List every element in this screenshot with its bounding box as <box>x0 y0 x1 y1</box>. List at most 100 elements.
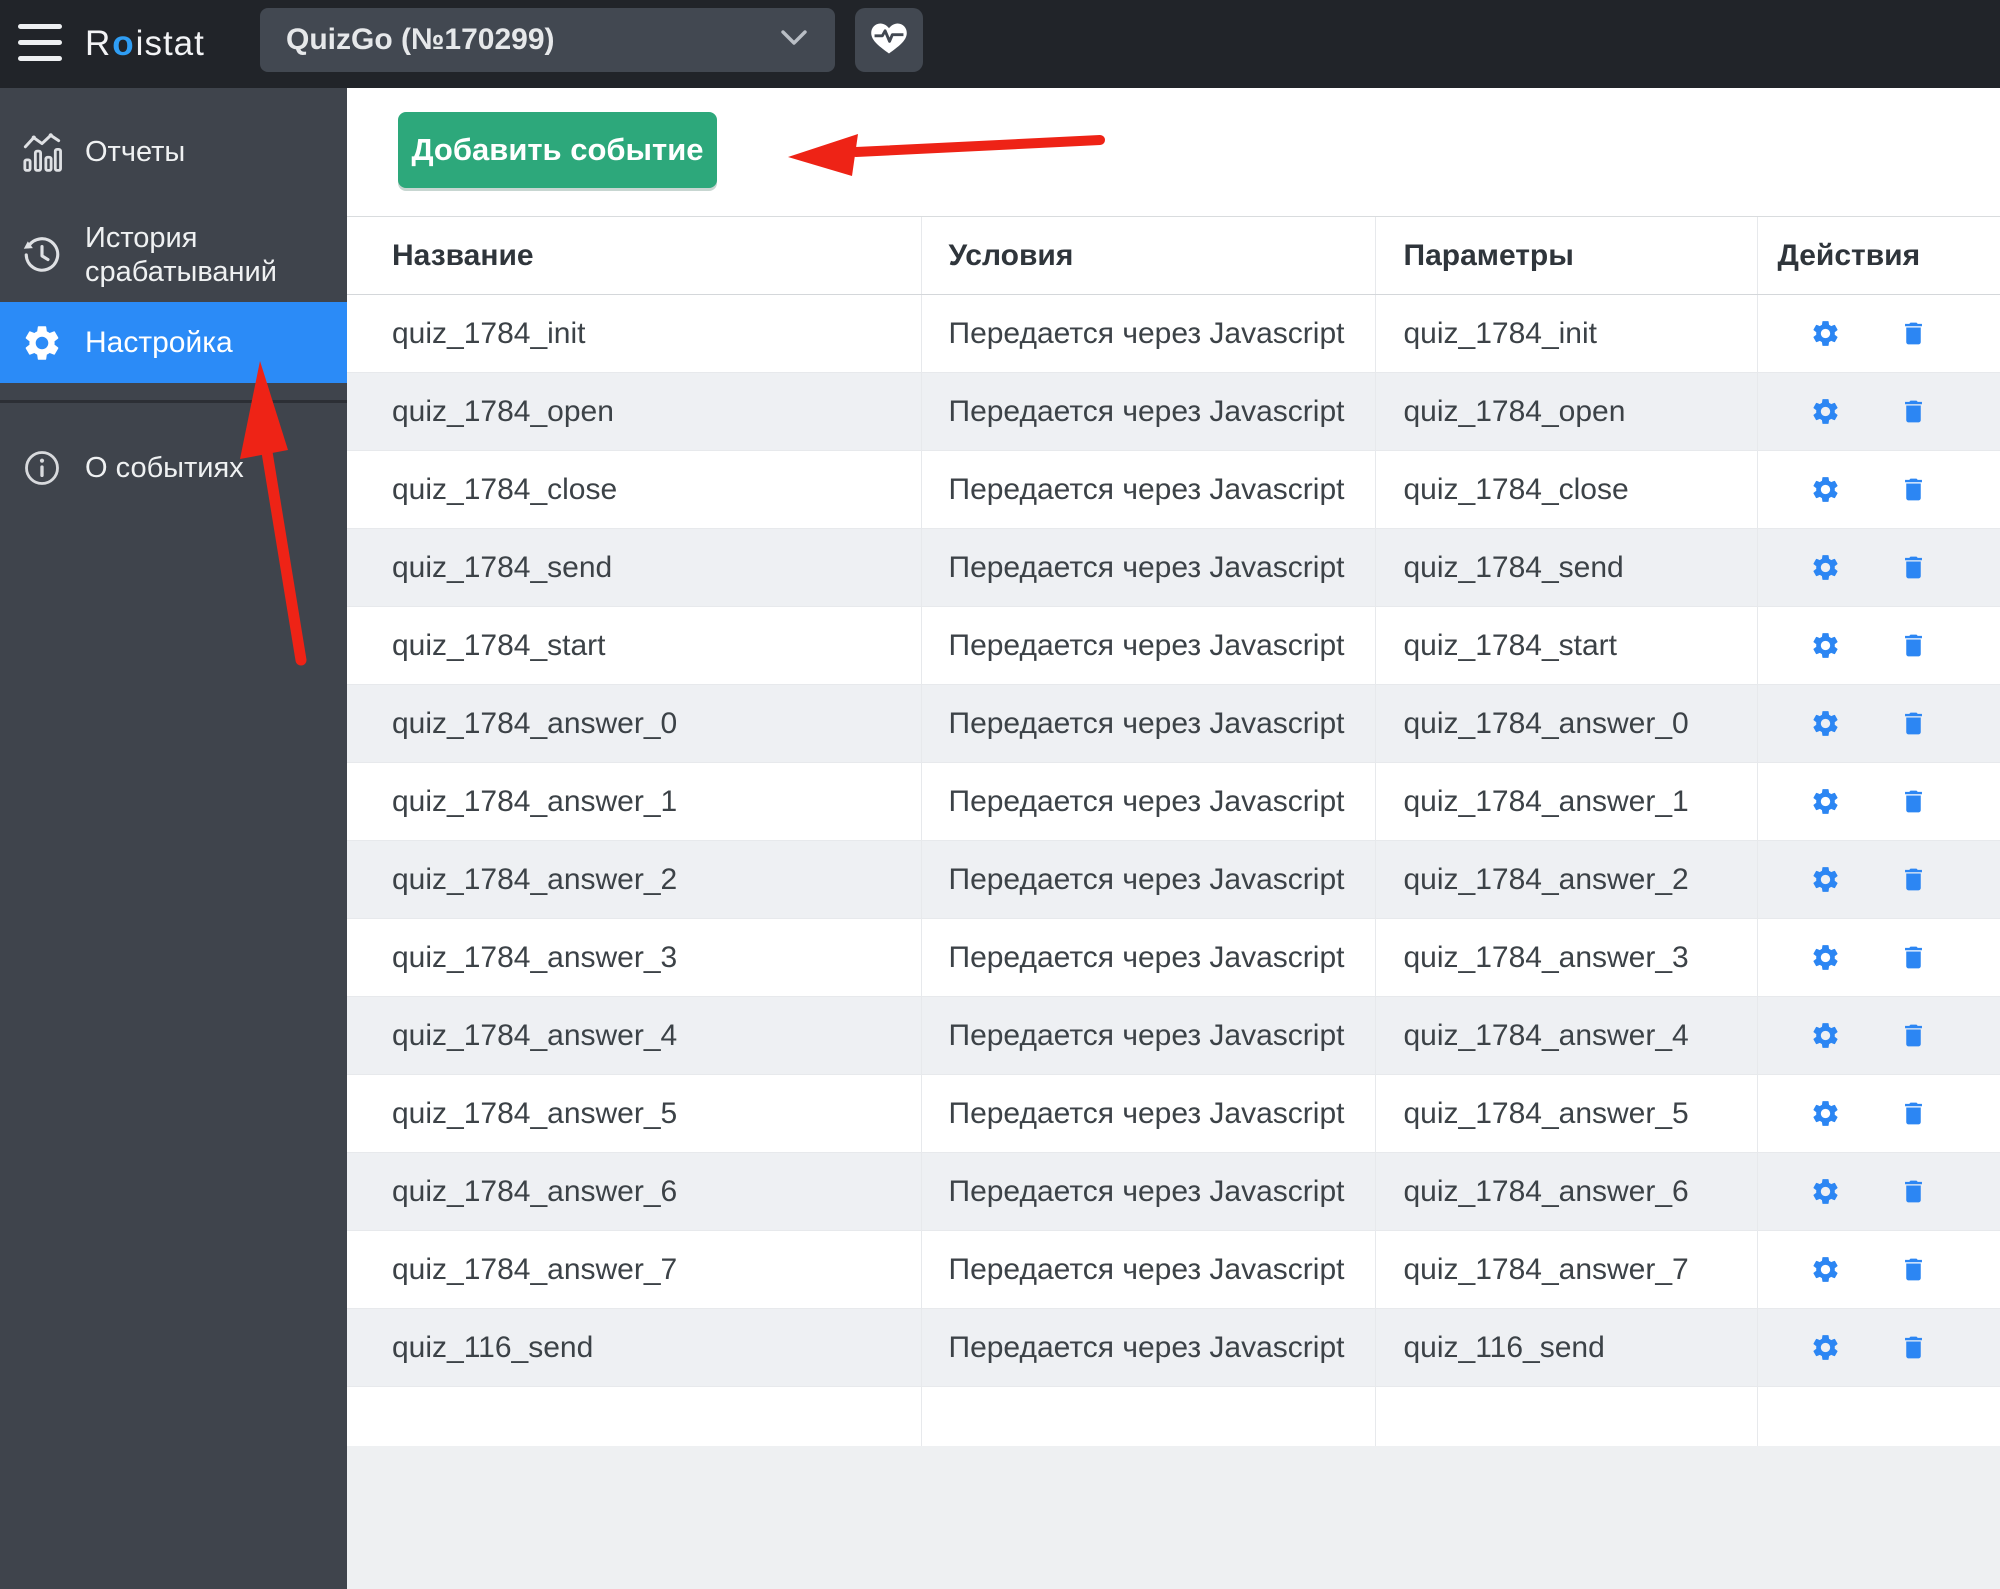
event-params-cell: quiz_1784_open <box>1374 372 1757 451</box>
event-actions-cell <box>1756 996 2000 1075</box>
event-name-cell: quiz_1784_open <box>347 372 921 451</box>
hamburger-menu-icon[interactable] <box>18 24 62 62</box>
row-delete-trash-icon[interactable] <box>1899 1254 1928 1285</box>
history-clock-icon <box>21 233 63 277</box>
roistat-events-settings-page: Ro istat QuizGo (№170299) Отчеты История… <box>0 0 2000 1589</box>
row-delete-trash-icon[interactable] <box>1899 396 1928 427</box>
chevron-down-icon <box>781 29 807 51</box>
row-settings-gear-icon[interactable] <box>1810 474 1841 505</box>
row-delete-trash-icon[interactable] <box>1899 708 1928 739</box>
row-delete-trash-icon[interactable] <box>1899 552 1928 583</box>
sidebar-nav: Отчеты История срабатываний Настройка О … <box>0 88 347 1589</box>
event-params-cell: quiz_116_send <box>1374 1308 1757 1387</box>
event-actions-cell <box>1756 1074 2000 1153</box>
event-actions-cell <box>1756 1152 2000 1231</box>
event-name-cell: quiz_1784_answer_5 <box>347 1074 921 1153</box>
row-delete-trash-icon[interactable] <box>1899 318 1928 349</box>
row-delete-trash-icon[interactable] <box>1899 1020 1928 1051</box>
event-table-row: quiz_116_send Передается через Javascrip… <box>347 1308 2000 1387</box>
roistat-logo: Ro istat <box>85 24 205 63</box>
event-table-row: quiz_1784_send Передается через Javascri… <box>347 528 2000 607</box>
project-selector-value: QuizGo (№170299) <box>286 23 555 56</box>
row-settings-gear-icon[interactable] <box>1810 942 1841 973</box>
sidebar-item-label: Настройка <box>85 325 233 359</box>
event-actions-cell <box>1756 1230 2000 1309</box>
row-delete-trash-icon[interactable] <box>1899 1176 1928 1207</box>
event-table-row: quiz_1784_answer_7 Передается через Java… <box>347 1230 2000 1309</box>
event-table-row: quiz_1784_answer_2 Передается через Java… <box>347 840 2000 919</box>
sidebar-item-reports[interactable]: Отчеты <box>0 110 347 194</box>
event-actions-cell <box>1756 372 2000 451</box>
column-header-parameters: Параметры <box>1374 216 1757 295</box>
row-settings-gear-icon[interactable] <box>1810 1020 1841 1051</box>
top-bar: Ro istat QuizGo (№170299) <box>0 0 2000 88</box>
row-delete-trash-icon[interactable] <box>1899 1098 1928 1129</box>
event-params-cell: quiz_1784_answer_2 <box>1374 840 1757 919</box>
event-table-row: quiz_1784_answer_4 Передается через Java… <box>347 996 2000 1075</box>
event-actions-cell <box>1756 762 2000 841</box>
event-name-cell: quiz_1784_answer_6 <box>347 1152 921 1231</box>
sidebar-item-about-events[interactable]: О событиях <box>0 432 347 504</box>
event-params-cell: quiz_1784_answer_4 <box>1374 996 1757 1075</box>
event-params-cell: quiz_1784_answer_3 <box>1374 918 1757 997</box>
page-footer-area <box>347 1446 2000 1589</box>
main-content: Добавить событие Название Условия Параме… <box>347 88 2000 1589</box>
sidebar-item-settings-active[interactable]: Настройка <box>0 302 347 383</box>
row-delete-trash-icon[interactable] <box>1899 630 1928 661</box>
row-settings-gear-icon[interactable] <box>1810 864 1841 895</box>
row-settings-gear-icon[interactable] <box>1810 1098 1841 1129</box>
event-params-cell: quiz_1784_answer_5 <box>1374 1074 1757 1153</box>
row-settings-gear-icon[interactable] <box>1810 1332 1841 1363</box>
add-event-button[interactable]: Добавить событие <box>398 112 717 188</box>
row-delete-trash-icon[interactable] <box>1899 474 1928 505</box>
info-circle-icon <box>21 448 63 488</box>
event-table-row: quiz_1784_answer_5 Передается через Java… <box>347 1074 2000 1153</box>
event-actions-cell <box>1756 606 2000 685</box>
event-table-row: quiz_1784_open Передается через Javascri… <box>347 372 2000 451</box>
event-condition-cell: Передается через Javascript <box>920 918 1375 997</box>
event-name-cell: quiz_1784_start <box>347 606 921 685</box>
event-params-cell: quiz_1784_answer_6 <box>1374 1152 1757 1231</box>
event-params-cell: quiz_1784_answer_1 <box>1374 762 1757 841</box>
row-settings-gear-icon[interactable] <box>1810 1176 1841 1207</box>
bar-chart-icon <box>21 130 63 174</box>
event-table-row: quiz_1784_close Передается через Javascr… <box>347 450 2000 529</box>
event-condition-cell: Передается через Javascript <box>920 606 1375 685</box>
event-actions-cell <box>1756 1308 2000 1387</box>
event-params-cell: quiz_1784_init <box>1374 294 1757 373</box>
row-delete-trash-icon[interactable] <box>1899 942 1928 973</box>
event-table-row: quiz_1784_answer_3 Передается через Java… <box>347 918 2000 997</box>
event-params-cell: quiz_1784_send <box>1374 528 1757 607</box>
row-delete-trash-icon[interactable] <box>1899 786 1928 817</box>
row-settings-gear-icon[interactable] <box>1810 1254 1841 1285</box>
table-empty-row <box>347 1386 2000 1447</box>
row-settings-gear-icon[interactable] <box>1810 786 1841 817</box>
row-delete-trash-icon[interactable] <box>1899 864 1928 895</box>
event-name-cell: quiz_1784_send <box>347 528 921 607</box>
events-table: Название Условия Параметры Действия quiz… <box>347 216 2000 1447</box>
health-check-button[interactable] <box>855 8 923 72</box>
event-name-cell: quiz_116_send <box>347 1308 921 1387</box>
row-settings-gear-icon[interactable] <box>1810 552 1841 583</box>
event-condition-cell: Передается через Javascript <box>920 762 1375 841</box>
heart-pulse-icon <box>869 20 909 61</box>
event-actions-cell <box>1756 918 2000 997</box>
row-settings-gear-icon[interactable] <box>1810 630 1841 661</box>
event-name-cell: quiz_1784_answer_1 <box>347 762 921 841</box>
event-name-cell: quiz_1784_init <box>347 294 921 373</box>
event-table-row: quiz_1784_answer_0 Передается через Java… <box>347 684 2000 763</box>
row-settings-gear-icon[interactable] <box>1810 708 1841 739</box>
event-table-row: quiz_1784_answer_6 Передается через Java… <box>347 1152 2000 1231</box>
event-condition-cell: Передается через Javascript <box>920 294 1375 373</box>
events-table-body: quiz_1784_init Передается через Javascri… <box>347 294 2000 1387</box>
event-name-cell: quiz_1784_answer_0 <box>347 684 921 763</box>
event-condition-cell: Передается через Javascript <box>920 450 1375 529</box>
event-actions-cell <box>1756 840 2000 919</box>
project-selector-dropdown[interactable]: QuizGo (№170299) <box>260 8 835 72</box>
row-delete-trash-icon[interactable] <box>1899 1332 1928 1363</box>
event-condition-cell: Передается через Javascript <box>920 840 1375 919</box>
row-settings-gear-icon[interactable] <box>1810 396 1841 427</box>
sidebar-item-history[interactable]: История срабатываний <box>0 200 347 310</box>
row-settings-gear-icon[interactable] <box>1810 318 1841 349</box>
gear-icon <box>21 322 63 364</box>
